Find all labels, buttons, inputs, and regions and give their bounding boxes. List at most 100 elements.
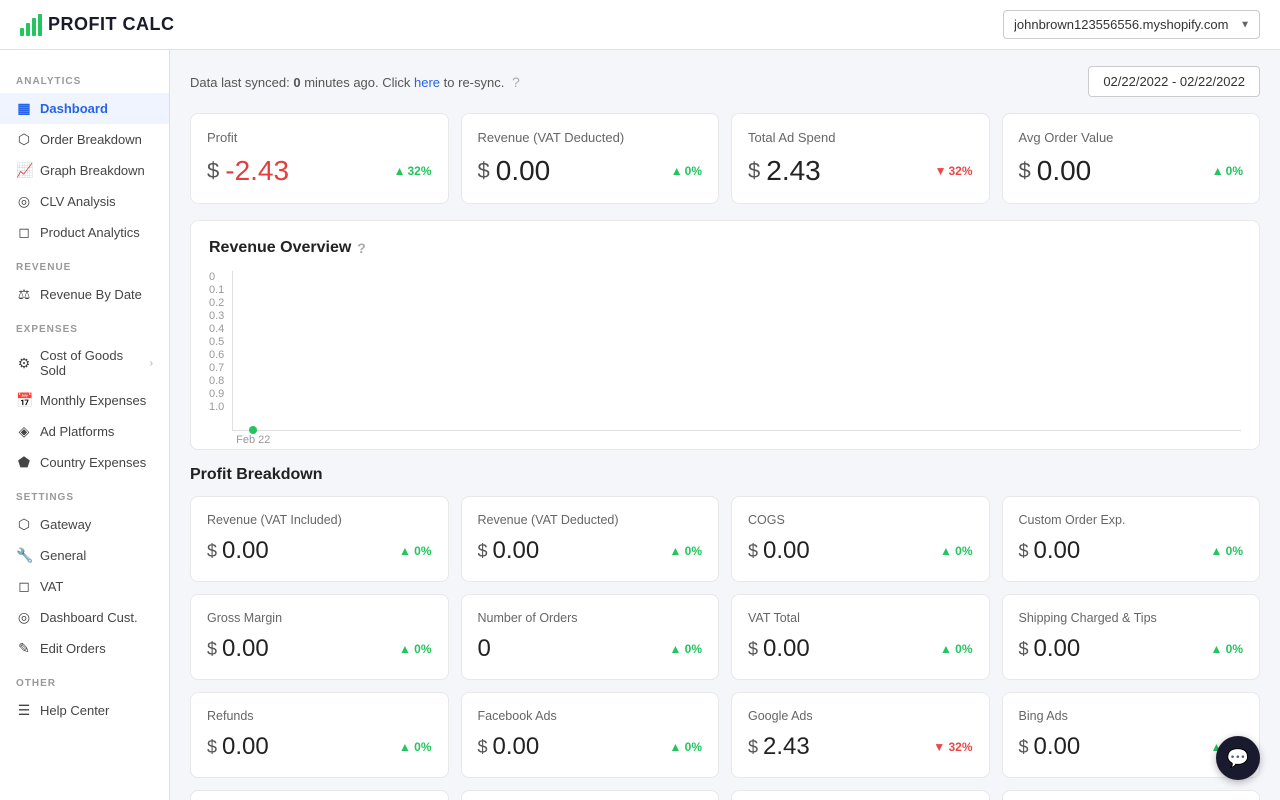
breakdown-val-4: 0.00 <box>222 635 269 663</box>
sidebar-item-gateway[interactable]: ⬡ Gateway <box>0 509 169 540</box>
currency-avg-order: $ <box>1019 158 1031 184</box>
badge-arrow-avg-order: ▲ <box>1212 164 1224 178</box>
y-label-06: 0.6 <box>209 349 224 361</box>
sync-minutes: 0 <box>293 75 300 90</box>
badge-value-ad-spend: 32% <box>948 164 972 178</box>
profit-breakdown-section: Profit Breakdown Revenue (VAT Included) … <box>190 466 1260 800</box>
breakdown-val-11: 0.00 <box>1034 733 1081 761</box>
metric-value-avg-order: $ 0.00 <box>1019 155 1092 187</box>
breakdown-currency-8: $ <box>207 737 217 758</box>
breakdown-badge-4: ▲ 0% <box>399 642 432 656</box>
gateway-icon: ⬡ <box>16 516 32 533</box>
main-content: Data last synced: 0 minutes ago. Click h… <box>170 50 1280 800</box>
badge-value-avg-order: 0% <box>1226 164 1243 178</box>
breakdown-value-facebook-ads: $0.00 ▲ 0% <box>478 733 703 761</box>
breakdown-title-custom-exp: Custom Order Exp. <box>1019 513 1244 527</box>
breakdown-currency-3: $ <box>1019 541 1029 562</box>
sidebar-label-product-analytics: Product Analytics <box>40 225 140 240</box>
breakdown-val-3: 0.00 <box>1034 537 1081 565</box>
breakdown-title-google-ads: Google Ads <box>748 709 973 723</box>
y-label-01: 0.1 <box>209 284 224 296</box>
breakdown-val-10: 2.43 <box>763 733 810 761</box>
breakdown-title-rev-vat-incl: Revenue (VAT Included) <box>207 513 432 527</box>
edit-orders-icon: ✎ <box>16 640 32 657</box>
sidebar-item-cogs[interactable]: ⚙ Cost of Goods Sold › <box>0 341 169 385</box>
breakdown-badge-3: ▲ 0% <box>1210 544 1243 558</box>
sidebar-item-edit-orders[interactable]: ✎ Edit Orders <box>0 633 169 664</box>
breakdown-value-rev-vat-incl: $0.00 ▲ 0% <box>207 537 432 565</box>
sidebar-item-ad-platforms[interactable]: ◈ Ad Platforms <box>0 416 169 447</box>
date-range-button[interactable]: 02/22/2022 - 02/22/2022 <box>1088 66 1260 97</box>
breakdown-badge-0: ▲ 0% <box>399 544 432 558</box>
sidebar-label-dashboard-cust: Dashboard Cust. <box>40 610 138 625</box>
revenue-overview-title: Revenue Overview ? <box>209 239 1241 257</box>
breakdown-title-cogs: COGS <box>748 513 973 527</box>
value-ad-spend: 2.43 <box>766 155 821 187</box>
breakdown-value-rev-vat-ded: $0.00 ▲ 0% <box>478 537 703 565</box>
sidebar-label-help-center: Help Center <box>40 703 109 718</box>
breakdown-currency-0: $ <box>207 541 217 562</box>
y-label-00: 0 <box>209 271 224 283</box>
breakdown-title-vat-total: VAT Total <box>748 611 973 625</box>
sidebar-item-order-breakdown[interactable]: ⬡ Order Breakdown <box>0 124 169 155</box>
value-revenue-vat: 0.00 <box>496 155 551 187</box>
chat-button[interactable]: 💬 <box>1216 736 1260 780</box>
badge-ad-spend: ▼ 32% <box>935 164 973 178</box>
sidebar-item-general[interactable]: 🔧 General <box>0 540 169 571</box>
breakdown-currency-2: $ <box>748 541 758 562</box>
dashboard-icon: ▦ <box>16 100 32 117</box>
store-selector[interactable]: johnbrown123556556.myshopify.com <box>1003 10 1260 39</box>
sidebar-item-country-expenses[interactable]: ⬟ Country Expenses <box>0 447 169 478</box>
breakdown-title-gross-margin: Gross Margin <box>207 611 432 625</box>
breakdown-val-1: 0.00 <box>493 537 540 565</box>
logo-icon <box>20 14 42 36</box>
breakdown-currency-10: $ <box>748 737 758 758</box>
breakdown-value-bing-ads: $0.00 ▲ 0% <box>1019 733 1244 761</box>
metric-title-avg-order: Avg Order Value <box>1019 130 1244 145</box>
sidebar-item-vat[interactable]: ◻ VAT <box>0 571 169 602</box>
sidebar-label-dashboard: Dashboard <box>40 101 108 116</box>
breakdown-title-num-orders: Number of Orders <box>478 611 703 625</box>
sidebar-item-clv[interactable]: ◎ CLV Analysis <box>0 186 169 217</box>
currency-ad-spend: $ <box>748 158 760 184</box>
breakdown-card-rev-vat-ded: Revenue (VAT Deducted) $0.00 ▲ 0% <box>461 496 720 582</box>
sidebar-label-general: General <box>40 548 86 563</box>
badge-arrow-revenue-vat: ▲ <box>671 164 683 178</box>
revenue-overview-help-icon[interactable]: ? <box>357 240 366 256</box>
sidebar-label-ad-platforms: Ad Platforms <box>40 424 114 439</box>
store-selector-wrap[interactable]: johnbrown123556556.myshopify.com <box>1003 10 1260 39</box>
sidebar-item-graph-breakdown[interactable]: 📈 Graph Breakdown <box>0 155 169 186</box>
other-section-label: OTHER <box>0 664 169 695</box>
sync-text-before: Data last synced: <box>190 75 293 90</box>
metric-value-ad-spend: $ 2.43 <box>748 155 821 187</box>
breakdown-val-0: 0.00 <box>222 537 269 565</box>
sidebar-item-dashboard[interactable]: ▦ Dashboard <box>0 93 169 124</box>
breakdown-title-refunds: Refunds <box>207 709 432 723</box>
sidebar-item-dashboard-cust[interactable]: ◎ Dashboard Cust. <box>0 602 169 633</box>
breakdown-badge-6: ▲ 0% <box>940 642 973 656</box>
sync-link[interactable]: here <box>414 75 440 90</box>
breakdown-card-cogs: COGS $0.00 ▲ 0% <box>731 496 990 582</box>
revenue-overview-card: Revenue Overview ? 1.0 0.9 0.8 0.7 0.6 0… <box>190 220 1260 450</box>
sidebar-item-product-analytics[interactable]: ◻ Product Analytics <box>0 217 169 248</box>
y-label-08: 0.8 <box>209 375 224 387</box>
metric-value-row-avg-order: $ 0.00 ▲ 0% <box>1019 155 1244 187</box>
chart-y-axis: 1.0 0.9 0.8 0.7 0.6 0.5 0.4 0.3 0.2 0.1 … <box>209 271 232 431</box>
breakdown-value-vat-total: $0.00 ▲ 0% <box>748 635 973 663</box>
topbar: Data last synced: 0 minutes ago. Click h… <box>190 66 1260 97</box>
breakdown-card-gross-margin: Gross Margin $0.00 ▲ 0% <box>190 594 449 680</box>
breakdown-value-gross-margin: $0.00 ▲ 0% <box>207 635 432 663</box>
sidebar-item-monthly-expenses[interactable]: 📅 Monthly Expenses <box>0 385 169 416</box>
sidebar-item-help-center[interactable]: ☰ Help Center <box>0 695 169 726</box>
badge-arrow-ad-spend: ▼ <box>935 164 947 178</box>
sidebar-item-revenue-by-date[interactable]: ⚖ Revenue By Date <box>0 279 169 310</box>
breakdown-badge-2: ▲ 0% <box>940 544 973 558</box>
revenue-section-label: REVENUE <box>0 248 169 279</box>
metric-value-row-revenue-vat: $ 0.00 ▲ 0% <box>478 155 703 187</box>
currency-revenue-vat: $ <box>478 158 490 184</box>
breakdown-val-7: 0.00 <box>1034 635 1081 663</box>
sidebar-label-cogs: Cost of Goods Sold <box>40 348 142 378</box>
vat-icon: ◻ <box>16 578 32 595</box>
chart-plot: Feb 22 <box>232 271 1241 431</box>
sync-help-icon[interactable]: ? <box>512 74 520 90</box>
